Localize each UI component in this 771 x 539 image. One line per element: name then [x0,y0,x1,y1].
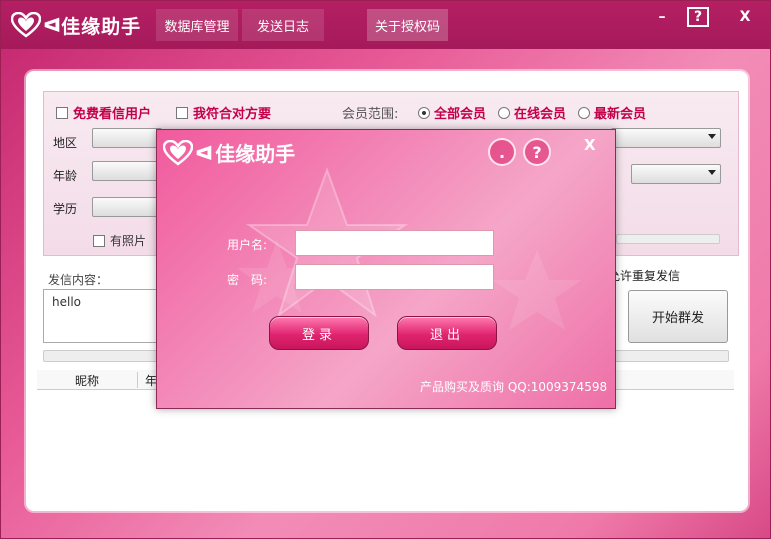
app-window: ᐊ 佳缘助手 数据库管理 发送日志 关于授权码 – ? X 免费看信用户 我符合… [0,0,771,539]
radio-all-members[interactable]: 全部会员 [418,103,486,122]
contact-text: 产品购买及质询 QQ:1009374598 [420,380,608,394]
radio-label: 最新会员 [594,107,647,122]
dialog-help-button[interactable]: ? [523,138,551,166]
allow-repeat-label: 允许重复发信 [608,269,681,283]
username-input[interactable] [295,230,494,256]
checkbox-box [56,106,68,119]
match-me-label: 我符合对方要 [193,107,272,122]
right-select-1[interactable] [611,128,721,148]
free-letter-label: 免费看信用户 [73,107,152,122]
close-button[interactable]: X [734,7,756,27]
column-nickname[interactable]: 昵称 [75,372,99,389]
message-textarea[interactable]: hello [43,289,159,343]
has-photo-label: 有照片 [110,234,147,248]
dialog-title: 佳缘助手 [215,142,296,166]
title-bar: ᐊ 佳缘助手 数据库管理 发送日志 关于授权码 – ? X [1,1,770,49]
nav-label: 数据库管理 [164,19,230,35]
radio-online-members[interactable]: 在线会员 [498,103,566,122]
dialog-dot-button[interactable]: . [488,138,516,166]
region-select[interactable] [92,128,162,148]
member-range-label: 会员范围: [342,107,399,122]
heart-logo-icon [11,12,41,38]
nav-label: 发送日志 [256,19,309,35]
password-label: 密 码: [227,273,268,287]
free-letter-checkbox[interactable]: 免费看信用户 [56,103,151,122]
radio-label: 在线会员 [514,107,567,122]
password-input[interactable] [295,264,494,290]
region-label: 地区 [53,136,78,150]
message-label: 发信内容： [48,273,109,287]
username-label: 用户名: [227,238,268,252]
chevron-down-icon [708,170,716,175]
education-select[interactable] [92,197,162,217]
app-title: 佳缘助手 [61,15,142,38]
dialog-close-button[interactable]: X [584,136,596,154]
checkbox-box [176,106,188,119]
login-dialog: ᐊ 佳缘助手 . ? X 用户名: 密 码: 登录 退出 产品购买及质询 QQ:… [156,129,616,409]
match-me-checkbox[interactable]: 我符合对方要 [176,103,271,122]
checkbox-box [93,234,105,247]
column-divider[interactable] [137,372,138,388]
dialog-logo: ᐊ 佳缘助手 [163,138,295,167]
minimize-button[interactable]: – [651,7,673,27]
right-select-2[interactable] [631,164,721,184]
nav-license-code[interactable]: 关于授权码 [367,9,448,41]
exit-button[interactable]: 退出 [397,316,497,350]
radio-newest-members[interactable]: 最新会员 [578,103,646,122]
app-logo: ᐊ 佳缘助手 [11,11,141,39]
filter-progress-bar [616,234,720,244]
wing-icon: ᐊ [43,13,62,37]
has-photo-checkbox[interactable]: 有照片 [93,232,146,249]
chevron-down-icon [708,134,716,139]
age-select[interactable] [92,161,162,181]
wing-icon: ᐊ [195,140,214,165]
nav-database-management[interactable]: 数据库管理 [156,9,238,41]
nav-send-log[interactable]: 发送日志 [242,9,324,41]
education-label: 学历 [53,202,78,216]
age-label: 年龄 [53,169,78,183]
start-send-button[interactable]: 开始群发 [628,290,728,343]
heart-logo-icon [163,139,193,166]
nav-label: 关于授权码 [374,19,440,35]
radio-circle [578,106,590,119]
help-button[interactable]: ? [687,7,709,27]
radio-label: 全部会员 [434,107,487,122]
login-button[interactable]: 登录 [269,316,369,350]
radio-circle [498,106,510,119]
radio-circle [418,106,430,119]
